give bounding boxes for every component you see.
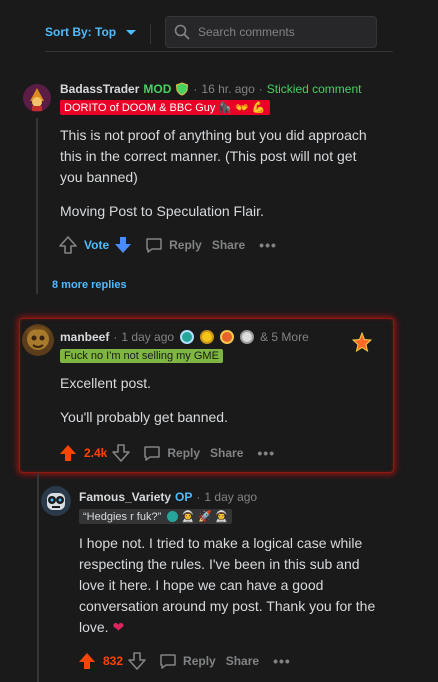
stickied-label: Stickied comment [266, 82, 362, 96]
avatar[interactable] [41, 486, 71, 516]
op-badge: OP [175, 490, 193, 504]
share-label: Share [210, 446, 244, 460]
comment-actions: 832 Reply Share ••• [77, 651, 291, 671]
search-icon [174, 24, 190, 40]
downvote-arrow-icon [128, 652, 146, 670]
reply-button[interactable]: Reply [159, 652, 216, 670]
downvote-button[interactable] [127, 651, 147, 671]
share-button[interactable]: Share [210, 446, 243, 460]
comment-bubble-icon [160, 654, 176, 669]
upvote-arrow-icon [60, 445, 76, 461]
more-options-icon[interactable]: ••• [257, 445, 275, 461]
vote-label: Vote [84, 238, 110, 252]
comments-toolbar: Sort By: Top [0, 0, 438, 60]
more-replies-link[interactable]: 8 more replies [52, 279, 127, 291]
heart-icon: ❤ [112, 619, 125, 635]
reply-label: Reply [169, 238, 202, 252]
comment-actions: Vote Reply Share ••• [58, 235, 277, 255]
sort-label: Sort By: Top [45, 25, 117, 39]
more-options-icon[interactable]: ••• [273, 653, 291, 669]
author-name[interactable]: manbeef [60, 330, 109, 344]
sort-dropdown[interactable]: Sort By: Top [45, 25, 137, 39]
comment-paragraph: Moving Post to Speculation Flair. [60, 203, 264, 219]
comment-bubble-icon [144, 446, 161, 461]
reply-label: Reply [183, 654, 216, 668]
award-icon[interactable] [200, 330, 215, 344]
gorilla-icon: 🦍 [218, 102, 233, 114]
comment-actions: 2.4k Reply Share ••• [58, 443, 275, 463]
upvote-arrow-icon [79, 653, 95, 669]
avatar[interactable] [23, 84, 51, 112]
globe-icon [167, 511, 179, 522]
comment-body: This is not proof of anything but you di… [60, 125, 370, 235]
flair-text: “Hedgies r fuk?” [83, 510, 162, 523]
award-icon[interactable] [220, 330, 235, 344]
comment-paragraph: I hope not. I tried to make a logical ca… [79, 533, 379, 638]
share-button[interactable]: Share [212, 238, 245, 252]
hands-icon: 👐 [235, 102, 249, 114]
comment-body: I hope not. I tried to make a logical ca… [79, 533, 379, 651]
comment-paragraph: You'll probably get banned. [60, 409, 228, 425]
upvote-arrow-icon [59, 236, 77, 254]
vote-score: 2.4k [84, 446, 108, 460]
rocket-icon: 🚀 [197, 511, 212, 523]
downvote-button[interactable] [111, 443, 131, 463]
downvote-button[interactable] [113, 235, 133, 255]
share-label: Share [211, 238, 246, 252]
user-flair: “Hedgies r fuk?” 👨‍🚀 🚀 👨‍🚀 [79, 509, 233, 524]
timestamp: 1 day ago [204, 490, 258, 504]
award-icon[interactable] [240, 330, 255, 344]
reply-label: Reply [167, 446, 201, 460]
divider [150, 24, 151, 44]
shield-icon [175, 82, 189, 96]
flair-text: Fuck no I'm not selling my GME [64, 350, 219, 362]
upvote-button[interactable] [77, 651, 97, 671]
reply-button[interactable]: Reply [145, 236, 202, 254]
flair-text: DORITO of DOOM & BBC Guy [64, 101, 216, 114]
muscle-icon: 💪 [251, 102, 266, 114]
author-name[interactable]: BadassTrader [60, 82, 139, 96]
user-flair: DORITO of DOOM & BBC Guy 🦍 👐 💪 [60, 100, 270, 115]
more-awards-label[interactable]: & 5 More [260, 330, 309, 344]
share-label: Share [225, 654, 260, 668]
upvote-button[interactable] [58, 443, 78, 463]
share-button[interactable]: Share [226, 654, 259, 668]
award-icon[interactable] [180, 330, 195, 344]
more-options-icon[interactable]: ••• [259, 237, 277, 253]
timestamp: 16 hr. ago [201, 82, 255, 96]
avatar[interactable] [22, 324, 54, 356]
comment-meta: Famous_Variety OP · 1 day ago [79, 490, 258, 504]
comment-paragraph: Excellent post. [60, 375, 152, 391]
comment-bubble-icon [146, 238, 162, 253]
vote-score: 832 [103, 654, 124, 668]
astronaut-icon: 👨‍🚀 [214, 511, 229, 523]
divider [45, 51, 393, 52]
comment-meta: manbeef · 1 day ago & 5 More [60, 330, 309, 344]
downvote-arrow-icon [115, 237, 132, 253]
author-name[interactable]: Famous_Variety [79, 490, 171, 504]
comment-meta: BadassTrader MOD · 16 hr. ago · Stickied… [60, 82, 362, 96]
reply-button[interactable]: Reply [143, 444, 200, 462]
comment-paragraph: This is not proof of anything but you di… [60, 127, 367, 185]
user-flair: Fuck no I'm not selling my GME [60, 349, 223, 363]
downvote-arrow-icon [112, 444, 131, 462]
mod-badge: MOD [143, 82, 172, 96]
thread-line[interactable] [36, 118, 38, 294]
search-box[interactable] [165, 16, 377, 48]
astronaut-icon: 👨‍🚀 [181, 511, 195, 523]
search-input[interactable] [198, 25, 368, 39]
upvote-button[interactable] [58, 235, 78, 255]
timestamp: 1 day ago [121, 330, 175, 344]
thread-line[interactable] [37, 473, 39, 682]
comment-body: Excellent post. You'll probably get bann… [60, 373, 370, 441]
award-sparkle-icon[interactable] [352, 332, 372, 352]
chevron-down-icon [126, 29, 137, 35]
